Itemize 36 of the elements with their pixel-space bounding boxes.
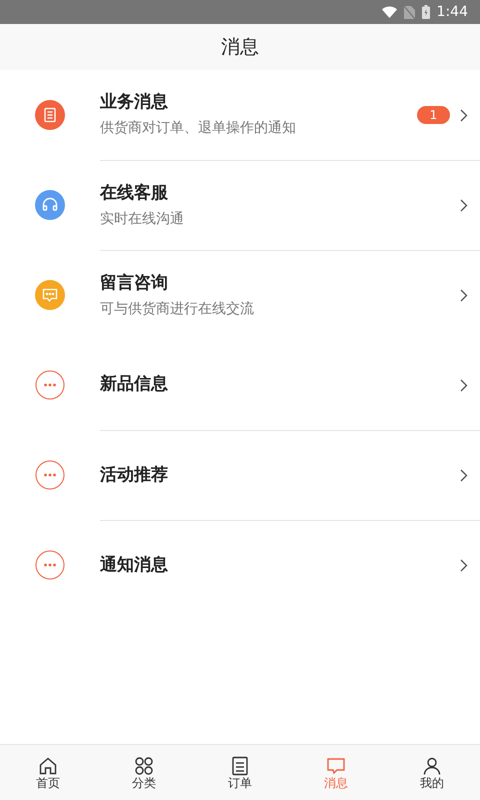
category-title: 通知消息 <box>100 554 169 576</box>
message-category-row[interactable]: 业务消息 供货商对订单、退单操作的通知 1 <box>0 70 480 160</box>
message-category-row[interactable]: 活动推荐 <box>0 430 480 520</box>
category-title: 留言咨询 <box>100 272 169 294</box>
page-title: 消息 <box>221 38 259 56</box>
tab[interactable]: 订单 <box>192 745 288 800</box>
person-icon <box>422 756 442 776</box>
category-title: 在线客服 <box>100 182 169 204</box>
clock-text: 1:44 <box>436 5 468 19</box>
tab[interactable]: 分类 <box>96 745 192 800</box>
chat-bubble-icon <box>326 756 346 776</box>
home-icon <box>38 756 58 776</box>
battery-icon <box>422 5 430 19</box>
grid-icon <box>134 756 154 776</box>
category-title: 活动推荐 <box>100 464 169 486</box>
category-title: 业务消息 <box>100 92 169 114</box>
chevron-right-icon <box>460 289 468 302</box>
tab[interactable]: 首页 <box>0 745 96 800</box>
chevron-right-icon <box>460 108 468 122</box>
no-sim-icon <box>404 6 415 18</box>
chevron-right-icon <box>460 469 468 482</box>
category-title: 新品信息 <box>100 374 169 396</box>
message-category-row[interactable]: 在线客服 实时在线沟通 <box>0 160 480 250</box>
document-icon <box>230 756 250 776</box>
chevron-right-icon <box>460 559 468 572</box>
tab[interactable]: 我的 <box>384 745 480 800</box>
category-description: 供货商对订单、退单操作的通知 <box>100 120 297 138</box>
category-description: 实时在线沟通 <box>100 210 185 228</box>
message-category-row[interactable]: 留言咨询 可与供货商进行在线交流 <box>0 250 480 340</box>
message-category-row[interactable]: 通知消息 <box>0 520 480 610</box>
chevron-right-icon <box>460 199 468 212</box>
chevron-right-icon <box>460 378 468 392</box>
category-description: 可与供货商进行在线交流 <box>100 300 255 318</box>
wifi-icon <box>382 6 397 18</box>
message-category-row[interactable]: 新品信息 <box>0 340 480 430</box>
unread-count: 1 <box>417 106 450 124</box>
